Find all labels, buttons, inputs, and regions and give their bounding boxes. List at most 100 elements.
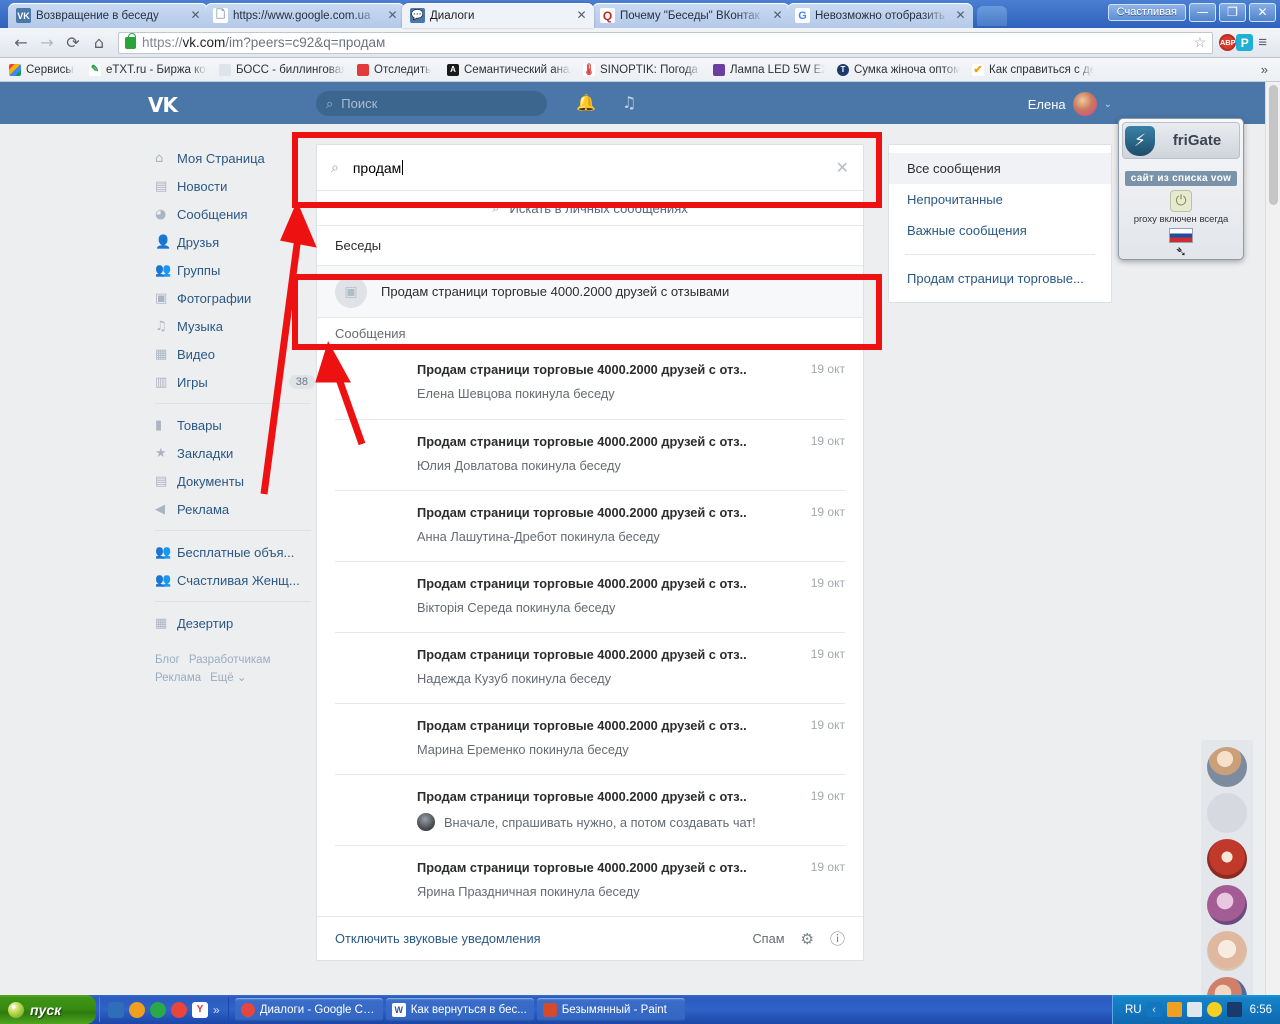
- conversation-search-result[interactable]: ▣ Продам страници торговые 4000.2000 дру…: [317, 266, 863, 318]
- filter-all-messages[interactable]: Все сообщения: [889, 153, 1111, 184]
- list-item[interactable]: Продам страници торговые 4000.2000 друзе…: [335, 703, 845, 774]
- filter-unread[interactable]: Непрочитанные: [889, 184, 1111, 215]
- forward-icon[interactable]: →: [34, 31, 60, 55]
- shield-icon[interactable]: [1206, 1002, 1222, 1017]
- home-icon[interactable]: ⌂: [86, 31, 112, 55]
- start-button[interactable]: пуск: [0, 995, 96, 1024]
- yandex-icon[interactable]: Y: [192, 1001, 208, 1018]
- clock[interactable]: 6:56: [1250, 1004, 1272, 1016]
- close-icon[interactable]: ✕: [771, 9, 784, 22]
- sidebar-item-news[interactable]: ▤ Новости: [140, 172, 325, 200]
- bell-icon[interactable]: 🔔: [576, 93, 596, 112]
- page-scrollbar[interactable]: [1265, 82, 1280, 995]
- close-icon[interactable]: ✕: [189, 9, 202, 22]
- utorrent-icon[interactable]: [150, 1001, 166, 1018]
- list-item[interactable]: Продам страници торговые 4000.2000 друзе…: [335, 419, 845, 490]
- footer-link-ads[interactable]: Реклама: [155, 672, 201, 684]
- info-icon[interactable]: ⓘ: [830, 928, 845, 949]
- browser-tab-2[interactable]: 💬 Диалоги ✕: [402, 3, 594, 28]
- taskbar-button-chrome[interactable]: Диалоги - Google Ch...: [234, 998, 383, 1021]
- mute-notifications-link[interactable]: Отключить звуковые уведомления: [335, 931, 541, 946]
- footer-link-blog[interactable]: Блог: [155, 654, 180, 666]
- bookmark-item[interactable]: 🌡 SINOPTIK: Погода в Н: [578, 62, 706, 78]
- close-icon[interactable]: ✕: [575, 9, 588, 22]
- pocket-icon[interactable]: P: [1236, 34, 1254, 51]
- bookmark-item[interactable]: ✔ Как справиться с депр: [967, 62, 1099, 78]
- volume-icon[interactable]: ‹: [1146, 1002, 1162, 1017]
- chrome-menu-icon[interactable]: ≡: [1253, 34, 1272, 51]
- list-item[interactable]: Продам страници торговые 4000.2000 друзе…: [335, 632, 845, 703]
- browser-tab-1[interactable]: 🗋 https://www.google.com.ua ✕: [205, 3, 405, 28]
- avatar[interactable]: [1207, 931, 1247, 971]
- window-user-label[interactable]: Счастливая: [1107, 4, 1186, 21]
- frigate-popup[interactable]: ⚡ friGate сайт из списка vow ⏻ proxy вкл…: [1118, 118, 1244, 260]
- list-item[interactable]: Продам страници торговые 4000.2000 друзе…: [335, 490, 845, 561]
- sidebar-item-games[interactable]: ▥ Игры 38: [140, 368, 325, 396]
- bookmark-item[interactable]: ✎ eTXT.ru - Биржа копир: [84, 62, 212, 78]
- bookmark-item[interactable]: Сервисы: [4, 62, 82, 78]
- restore-button[interactable]: ❐: [1219, 3, 1246, 22]
- new-tab-button[interactable]: [977, 6, 1007, 26]
- vk-logo[interactable]: VK: [148, 93, 178, 117]
- amigo-icon[interactable]: [129, 1001, 145, 1018]
- spam-link[interactable]: Спам: [752, 931, 784, 946]
- taskbar-button-paint[interactable]: Безымянный - Paint: [536, 998, 685, 1021]
- list-item[interactable]: Продам страници торговые 4000.2000 друзе…: [335, 845, 845, 916]
- quick-launch-overflow-icon[interactable]: »: [213, 1003, 220, 1017]
- sidebar-item-group-free-ads[interactable]: 👥 Бесплатные объя...: [140, 538, 325, 566]
- search-in-private-messages-row[interactable]: ⌕ Искать в личных сообщениях: [317, 191, 863, 226]
- taskbar-button-word[interactable]: W Как вернуться в бес...: [385, 998, 534, 1021]
- sidebar-item-my-page[interactable]: ⌂ Моя Страница: [140, 144, 325, 172]
- sidebar-item-friends[interactable]: 👤 Друзья: [140, 228, 325, 256]
- browser-tab-0[interactable]: VK Возвращение в беседу ✕: [8, 3, 208, 28]
- footer-link-more[interactable]: Ещё ⌄: [210, 672, 246, 684]
- bookmark-item[interactable]: БОСС - биллинговая о: [214, 62, 350, 78]
- avatar[interactable]: [1207, 839, 1247, 879]
- sidebar-item-group-happy-woman[interactable]: 👥 Счастливая Женщ...: [140, 566, 325, 594]
- printer-icon[interactable]: [1186, 1002, 1202, 1017]
- sidebar-item-ads[interactable]: ◀ Реклама: [140, 495, 325, 523]
- sidebar-item-documents[interactable]: ▤ Документы: [140, 467, 325, 495]
- list-item[interactable]: Продам страници торговые 4000.2000 друзе…: [335, 348, 845, 419]
- avatar[interactable]: [1207, 793, 1247, 833]
- sidebar-item-app-dezertir[interactable]: ▦ Дезертир: [140, 609, 325, 637]
- filter-pinned-conversation[interactable]: Продам страници торговые...: [889, 263, 1111, 294]
- bookmark-item[interactable]: Отследить: [352, 62, 440, 78]
- sidebar-item-music[interactable]: ♫ Музыка: [140, 312, 325, 340]
- clear-search-icon[interactable]: ✕: [836, 158, 849, 178]
- reload-icon[interactable]: ⟳: [60, 31, 86, 55]
- avatar[interactable]: [1207, 885, 1247, 925]
- back-icon[interactable]: ←: [8, 31, 34, 55]
- filter-important[interactable]: Важные сообщения: [889, 215, 1111, 246]
- vk-global-search[interactable]: ⌕ Поиск: [316, 91, 547, 116]
- monitor-icon[interactable]: [1226, 1002, 1242, 1017]
- music-icon[interactable]: ♫: [622, 93, 636, 112]
- chrome-icon[interactable]: [171, 1001, 187, 1018]
- sidebar-item-video[interactable]: ▦ Видео: [140, 340, 325, 368]
- list-item[interactable]: Продам страници торговые 4000.2000 друзе…: [335, 561, 845, 632]
- minimize-button[interactable]: —: [1189, 3, 1216, 22]
- vk-user-menu[interactable]: Елена ⌄: [1028, 92, 1112, 116]
- address-bar[interactable]: https://vk.com/im?peers=c92&q=продам ☆: [118, 31, 1214, 54]
- bookmarks-overflow-icon[interactable]: »: [1253, 62, 1276, 77]
- sidebar-item-messages[interactable]: ◕ Сообщения: [140, 200, 325, 228]
- gear-icon[interactable]: ⚙: [801, 930, 814, 948]
- close-button[interactable]: ✕: [1249, 3, 1276, 22]
- sidebar-item-bookmarks[interactable]: ★ Закладки: [140, 439, 325, 467]
- sidebar-item-groups[interactable]: 👥 Группы: [140, 256, 325, 284]
- language-indicator[interactable]: RU: [1125, 1004, 1142, 1016]
- show-desktop-icon[interactable]: [108, 1001, 124, 1018]
- sidebar-item-photos[interactable]: ▣ Фотографии: [140, 284, 325, 312]
- bookmark-item[interactable]: Лампа LED 5W E27 све: [708, 62, 830, 78]
- search-input[interactable]: продам: [353, 160, 401, 176]
- browser-tab-4[interactable]: G Невозможно отобразить с ✕: [787, 3, 973, 28]
- bookmark-star-icon[interactable]: ☆: [1194, 34, 1207, 51]
- close-icon[interactable]: ✕: [386, 9, 399, 22]
- messages-search-bar[interactable]: ⌕ продам ✕: [317, 145, 863, 191]
- sidebar-item-goods[interactable]: ▮ Товары: [140, 411, 325, 439]
- browser-tab-3[interactable]: Q Почему "Беседы" ВКонтак ✕: [592, 3, 790, 28]
- footer-link-developers[interactable]: Разработчикам: [189, 654, 271, 666]
- bookmark-item[interactable]: T Сумка жіноча оптом 12: [832, 62, 965, 78]
- power-icon[interactable]: ⏻: [1170, 190, 1192, 212]
- update-icon[interactable]: [1166, 1002, 1182, 1017]
